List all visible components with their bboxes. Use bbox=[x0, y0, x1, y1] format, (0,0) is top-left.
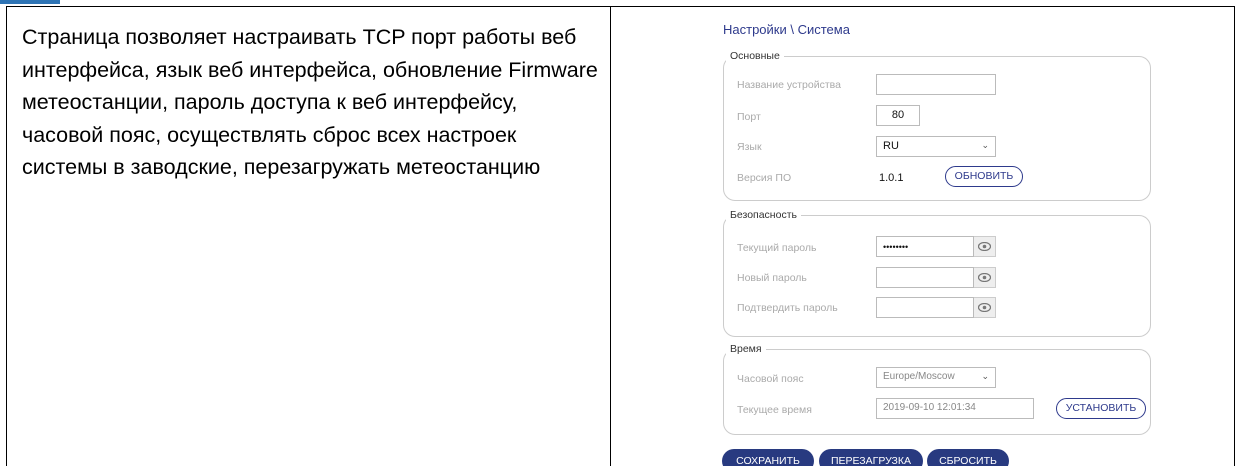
device-name-field[interactable] bbox=[876, 74, 996, 95]
timezone-select[interactable]: Europe/Moscow ⌄ bbox=[876, 367, 996, 388]
document-table: Страница позволяет настраивать TCP порт … bbox=[6, 6, 1235, 466]
timezone-value: Europe/Moscow bbox=[883, 371, 955, 382]
eye-icon[interactable] bbox=[974, 297, 996, 318]
general-legend: Основные bbox=[726, 50, 784, 62]
table-column-divider bbox=[610, 7, 611, 466]
breadcrumb[interactable]: Настройки \ Система bbox=[723, 22, 850, 37]
eye-icon[interactable] bbox=[974, 267, 996, 288]
eye-icon[interactable] bbox=[974, 236, 996, 257]
set-time-button[interactable]: УСТАНОВИТЬ bbox=[1056, 398, 1146, 419]
confirm-password-label: Подтвердить пароль bbox=[737, 302, 838, 314]
settings-screenshot: Настройки \ Система Основные Название ус… bbox=[720, 7, 1160, 466]
port-label: Порт bbox=[737, 111, 761, 123]
security-legend: Безопасность bbox=[726, 209, 801, 221]
timezone-label: Часовой пояс bbox=[737, 373, 804, 385]
update-button[interactable]: ОБНОВИТЬ bbox=[945, 166, 1023, 187]
version-value: 1.0.1 bbox=[879, 172, 904, 184]
reboot-button[interactable]: ПЕРЕЗАГРУЗКА bbox=[819, 449, 923, 466]
description-text: Страница позволяет настраивать TCP порт … bbox=[22, 25, 598, 179]
version-label: Версия ПО bbox=[737, 172, 792, 184]
port-field[interactable]: 80 bbox=[876, 105, 920, 126]
new-password-field[interactable] bbox=[876, 267, 974, 288]
device-name-label: Название устройства bbox=[737, 79, 841, 91]
new-password-label: Новый пароль bbox=[737, 272, 807, 284]
heading-mark bbox=[0, 0, 60, 4]
language-select[interactable]: RU ⌄ bbox=[876, 136, 996, 157]
time-legend: Время bbox=[726, 343, 766, 355]
language-label: Язык bbox=[737, 141, 762, 153]
chevron-down-icon: ⌄ bbox=[981, 140, 989, 150]
current-password-field[interactable]: •••••••• bbox=[876, 236, 974, 257]
current-time-label: Текущее время bbox=[737, 404, 812, 416]
chevron-down-icon: ⌄ bbox=[981, 371, 989, 381]
confirm-password-field[interactable] bbox=[876, 297, 974, 318]
security-group: Безопасность Текущий пароль •••••••• Нов… bbox=[723, 209, 1151, 337]
reset-button[interactable]: СБРОСИТЬ bbox=[927, 449, 1009, 466]
save-button[interactable]: СОХРАНИТЬ bbox=[722, 449, 814, 466]
general-group: Основные Название устройства Порт 80 Язы… bbox=[723, 50, 1151, 201]
time-group: Время Часовой пояс Europe/Moscow ⌄ Текущ… bbox=[723, 343, 1151, 435]
current-password-label: Текущий пароль bbox=[737, 242, 817, 254]
current-time-field[interactable]: 2019-09-10 12:01:34 bbox=[876, 398, 1034, 419]
language-value: RU bbox=[883, 140, 899, 152]
